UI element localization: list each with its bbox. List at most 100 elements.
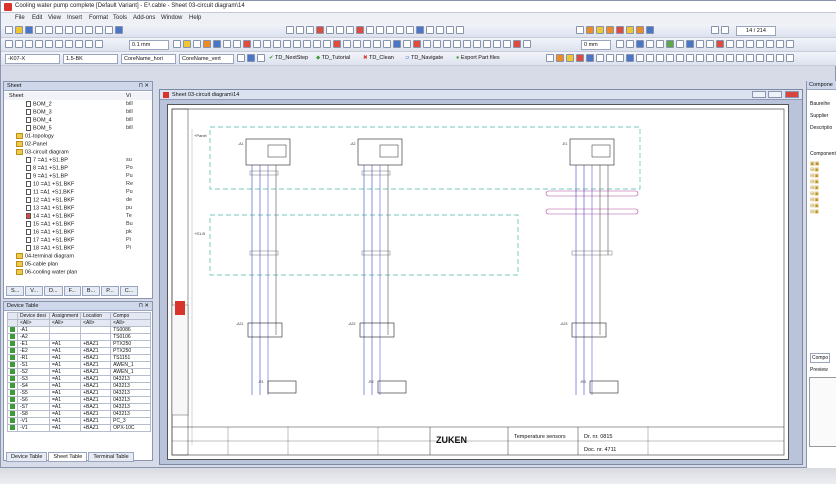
mirror-icon[interactable] (306, 26, 314, 34)
tab-device-table[interactable]: Device Table (6, 452, 48, 462)
attribute-icon[interactable] (263, 40, 271, 48)
tab-sheets[interactable]: S... (6, 286, 25, 296)
variant-icon[interactable] (283, 40, 291, 48)
menu-help[interactable]: Help (189, 15, 201, 21)
align-left-icon[interactable] (636, 40, 644, 48)
sym19-icon[interactable] (726, 54, 734, 62)
menu-addons[interactable]: Add-ons (133, 15, 155, 21)
save-icon[interactable] (25, 26, 33, 34)
net-view-icon[interactable] (393, 40, 401, 48)
pdf-icon[interactable] (716, 40, 724, 48)
layer-icon[interactable] (273, 40, 281, 48)
sheet-tree-item[interactable]: 10 =A1 +S1.BKF Re (26, 181, 133, 189)
sym24-icon[interactable] (776, 54, 784, 62)
flag-icon[interactable] (243, 40, 251, 48)
brush-icon[interactable] (636, 26, 644, 34)
tab-variants[interactable]: V... (25, 286, 44, 296)
export-icon[interactable] (353, 40, 361, 48)
table-row[interactable]: -S7 =A1 +BAZ1 043213 (7, 403, 152, 411)
table-row[interactable]: -E1 =A1 +BAZ1 PTX250 (7, 340, 152, 348)
filter-component[interactable]: <All> (110, 319, 152, 327)
table-row[interactable]: -S1 =A1 +BAZ1 AWEN_1 (7, 361, 152, 369)
unlink-icon[interactable] (383, 40, 391, 48)
sym4-icon[interactable] (576, 54, 584, 62)
menu-format[interactable]: Format (89, 15, 108, 21)
menu-view[interactable]: View (48, 15, 61, 21)
bullet-icon[interactable] (676, 40, 684, 48)
sheet-tree-item[interactable]: 8 =A1 +S1.BP Po (26, 165, 133, 173)
sheet-tree-item[interactable]: 18 =A1 +S1.BKF Pi (26, 245, 131, 253)
tab-devices[interactable]: D... (44, 286, 63, 296)
text-icon[interactable] (356, 26, 364, 34)
tab-parts[interactable]: P... (101, 286, 119, 296)
pin-icon[interactable] (5, 40, 13, 48)
sym14-icon[interactable] (676, 54, 684, 62)
core-name-vert-select[interactable]: CoreName_vert (179, 54, 234, 64)
sym6-icon[interactable] (596, 54, 604, 62)
zoom-icon[interactable] (105, 26, 113, 34)
tab-connections[interactable]: C... (119, 286, 139, 296)
connect-icon[interactable] (15, 40, 23, 48)
filter-icon[interactable] (257, 54, 265, 62)
sym17-icon[interactable] (706, 54, 714, 62)
palette-icon[interactable] (646, 26, 654, 34)
component-tab[interactable]: Compo (810, 353, 831, 363)
table-row[interactable]: -V1 =A1 +BAZ1 OPX-10C (7, 424, 152, 432)
polygon-icon[interactable] (406, 26, 414, 34)
help-icon[interactable] (776, 40, 784, 48)
first-page-icon[interactable] (711, 26, 719, 34)
compare-icon[interactable] (433, 40, 441, 48)
arc-icon[interactable] (396, 26, 404, 34)
sheet-tree-item[interactable]: 9 =A1 +S1.BP Pu (26, 173, 133, 181)
macro-next-step[interactable]: ✔ TD_NextStep (269, 55, 308, 61)
report-icon[interactable] (343, 40, 351, 48)
sheet-tree-item[interactable]: 03-circuit diagram (16, 149, 69, 157)
sheet-tree-item[interactable]: 11 =A1 +S1.BKF Pu (26, 189, 133, 197)
terminal-icon[interactable] (55, 40, 63, 48)
sym16-icon[interactable] (696, 54, 704, 62)
menu-tools[interactable]: Tools (113, 15, 127, 21)
tab-functions[interactable]: F... (63, 286, 81, 296)
dimension-icon[interactable] (436, 26, 444, 34)
play-icon[interactable] (523, 40, 531, 48)
grid-icon[interactable] (336, 26, 344, 34)
col-device-designation[interactable]: Device desi (17, 312, 50, 320)
macro-tutorial[interactable]: ◆ TD_Tutorial (316, 55, 350, 61)
pan-icon[interactable] (756, 40, 764, 48)
device-icon[interactable] (303, 40, 311, 48)
text-attr-icon[interactable] (237, 54, 245, 62)
table-row[interactable]: -E2 =A1 +BAZ1 PTX250 (7, 347, 152, 355)
text-size-select[interactable]: 0 mm (581, 40, 611, 50)
table-row[interactable]: -A1 TS0086 (7, 326, 152, 334)
error-icon[interactable] (413, 40, 421, 48)
wire-color-icon[interactable] (203, 40, 211, 48)
sheet-tree-item[interactable]: 17 =A1 +S1.BKF Pi (26, 237, 131, 245)
table-row[interactable]: -R1 =A1 +BAZ1 TS1151 (7, 354, 152, 362)
device-select[interactable]: -K07-X (5, 54, 60, 64)
menu-file[interactable]: File (15, 15, 25, 21)
sheet-tree-item[interactable]: BOM_4 bill (26, 117, 133, 125)
device-table-close-icon[interactable]: ⊓ ✕ (139, 303, 149, 309)
sym18-icon[interactable] (716, 54, 724, 62)
sync-icon[interactable] (443, 40, 451, 48)
align-right-icon[interactable] (656, 40, 664, 48)
align-center-icon[interactable] (646, 40, 654, 48)
check-icon[interactable] (333, 40, 341, 48)
sym3-icon[interactable] (566, 54, 574, 62)
table-row[interactable]: -S4 =A1 +BAZ1 043213 (7, 382, 152, 390)
debug-icon[interactable] (503, 40, 511, 48)
line-width-select[interactable]: 0.1 mm (129, 40, 169, 50)
table-icon[interactable] (686, 40, 694, 48)
menu-insert[interactable]: Insert (67, 15, 82, 21)
marker-icon[interactable] (626, 26, 634, 34)
bundle-icon[interactable] (313, 40, 321, 48)
symbol-icon[interactable] (65, 40, 73, 48)
twist-icon[interactable] (233, 40, 241, 48)
tab-bundles[interactable]: B... (81, 286, 101, 296)
macro-icon[interactable] (483, 40, 491, 48)
tab-sheet-table[interactable]: Sheet Table (48, 452, 88, 462)
sheet-tree-item[interactable]: 14 =A1 +S1.BKF Te (26, 213, 132, 221)
sheet-tree-item[interactable]: 15 =A1 +S1.BKF Bu (26, 221, 133, 229)
model-icon[interactable] (293, 40, 301, 48)
undo-icon[interactable] (75, 26, 83, 34)
